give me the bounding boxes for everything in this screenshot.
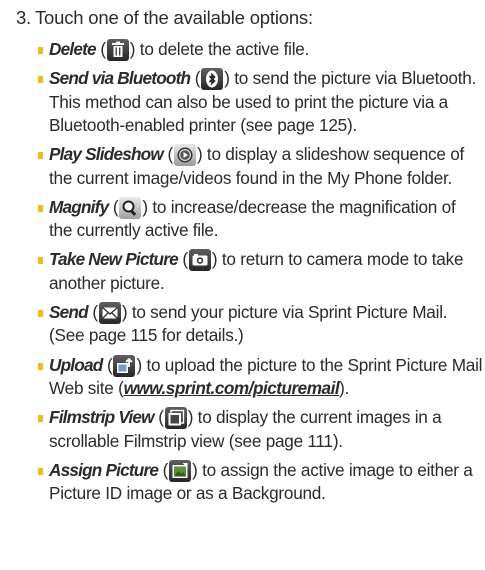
assign-picture-icon — [169, 459, 192, 482]
open-paren: ( — [95, 39, 106, 59]
option-term: Delete — [49, 39, 97, 59]
bullet-marker — [38, 309, 43, 317]
step-instruction: 3. Touch one of the available options: — [16, 6, 313, 29]
open-paren: ( — [108, 196, 119, 217]
open-paren: ( — [102, 354, 113, 375]
option-send: Send () to send your picture via Sprint … — [38, 301, 483, 348]
bullet-marker — [38, 415, 43, 423]
option-term: Magnify — [49, 196, 109, 217]
upload-icon — [113, 354, 136, 377]
filmstrip-icon — [164, 407, 187, 430]
bullet-marker — [38, 152, 43, 160]
option-term: Play Slideshow — [49, 144, 164, 165]
open-paren: ( — [87, 301, 98, 322]
open-paren: ( — [162, 144, 173, 165]
bullet-marker — [38, 76, 43, 84]
option-term: Upload — [49, 354, 103, 375]
option-term: Take New Picture — [49, 249, 179, 270]
option-term: Assign Picture — [49, 459, 159, 480]
bullet-marker — [38, 257, 43, 265]
picture-mail-link[interactable]: www.sprint.com/picturemail — [124, 378, 340, 398]
open-paren: ( — [190, 68, 201, 89]
option-desc-after-link: ). — [339, 378, 350, 399]
play-icon — [173, 144, 196, 167]
step-number: 3. — [16, 7, 32, 28]
option-upload: Upload () to upload the picture to the S… — [38, 354, 483, 401]
camera-icon — [188, 249, 211, 272]
option-desc: ) to delete the active file. — [129, 39, 310, 59]
option-term: Send — [49, 301, 89, 322]
option-take-new-picture: Take New Picture () to return to camera … — [38, 248, 483, 295]
step-text: Touch one of the available options: — [35, 7, 313, 28]
options-list: Delete ( ) to delete the active file. Sen… — [38, 38, 483, 511]
option-assign-picture: Assign Picture () to assign the active i… — [38, 459, 483, 506]
option-play-slideshow: Play Slideshow () to display a slideshow… — [38, 143, 483, 190]
option-term: Filmstrip View — [49, 407, 154, 428]
option-send-via-bluetooth: Send via Bluetooth () to send the pictur… — [38, 67, 483, 138]
option-magnify: Magnify () to increase/decrease the magn… — [38, 196, 483, 243]
bullet-marker — [38, 47, 43, 54]
magnify-icon — [119, 196, 142, 219]
envelope-icon — [98, 301, 121, 324]
bluetooth-icon — [201, 68, 224, 91]
open-paren: ( — [177, 249, 188, 270]
option-delete: Delete ( ) to delete the active file. — [38, 38, 483, 62]
trash-icon — [106, 39, 129, 61]
option-term: Send via Bluetooth — [49, 68, 191, 89]
open-paren: ( — [158, 459, 169, 480]
open-paren: ( — [153, 407, 164, 428]
bullet-marker — [38, 204, 43, 212]
bullet-marker — [38, 362, 43, 370]
bullet-marker — [38, 467, 43, 475]
option-filmstrip-view: Filmstrip View () to display the current… — [38, 406, 483, 453]
